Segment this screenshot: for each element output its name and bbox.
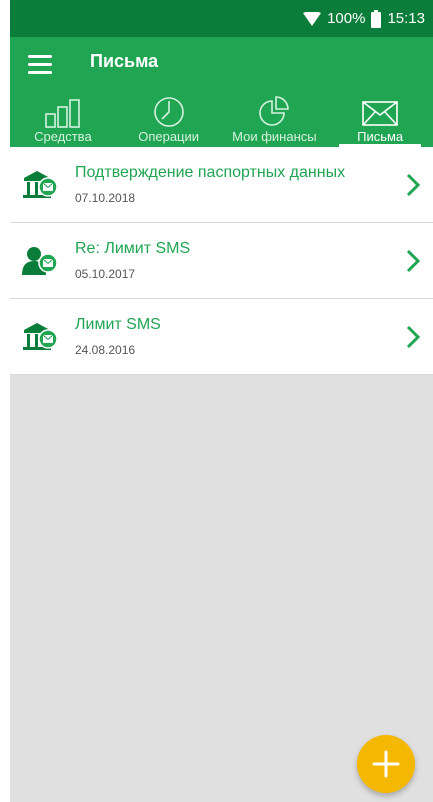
hamburger-icon <box>28 55 52 58</box>
chevron-right-icon <box>406 325 421 349</box>
chevron-right-icon <box>406 173 421 197</box>
app-frame: 100% 15:13 Письма Средства Операции Мои … <box>0 0 433 802</box>
tab-moi-finansy[interactable]: Мои финансы <box>222 91 328 147</box>
tab-label: Письма <box>357 129 404 144</box>
menu-button[interactable] <box>24 51 58 77</box>
clock-icon <box>153 97 184 127</box>
tab-pisma[interactable]: Письма <box>327 91 433 147</box>
person-mail-icon <box>22 247 58 275</box>
tab-operatsii[interactable]: Операции <box>116 91 222 147</box>
status-bar: 100% 15:13 <box>10 0 433 37</box>
clock-time: 15:13 <box>387 10 425 27</box>
letter-title: Re: Лимит SMS <box>75 240 191 257</box>
letters-list: Подтверждение паспортных данных 07.10.20… <box>10 147 433 375</box>
screen: 100% 15:13 Письма Средства Операции Мои … <box>10 0 433 802</box>
letter-title: Подтверждение паспортных данных <box>75 164 346 181</box>
letter-date: 07.10.2018 <box>75 191 136 205</box>
battery-icon <box>371 9 382 28</box>
letter-title: Лимит SMS <box>75 316 161 333</box>
bank-mail-icon <box>23 171 58 198</box>
left-margin <box>0 0 10 802</box>
letter-date: 24.08.2016 <box>75 343 136 357</box>
list-item[interactable]: Подтверждение паспортных данных 07.10.20… <box>10 147 433 223</box>
tab-label: Средства <box>34 129 92 144</box>
tab-bar: Средства Операции Мои финансы Письма <box>10 91 433 147</box>
envelope-icon <box>362 101 398 126</box>
plus-icon <box>372 750 400 778</box>
pie-chart-icon <box>259 96 290 126</box>
tab-sredstva[interactable]: Средства <box>10 91 116 147</box>
hamburger-icon <box>28 71 52 74</box>
tab-label: Операции <box>138 129 200 144</box>
bar-chart-icon <box>45 99 80 128</box>
tab-label: Мои финансы <box>232 129 317 144</box>
new-letter-button[interactable] <box>357 735 415 793</box>
list-item[interactable]: Re: Лимит SMS 05.10.2017 <box>10 223 433 299</box>
chevron-right-icon <box>406 249 421 273</box>
hamburger-icon <box>28 63 52 66</box>
letter-date: 05.10.2017 <box>75 267 136 281</box>
battery-percent: 100% <box>327 10 366 27</box>
page-title: Письма <box>90 51 159 71</box>
status-indicators: 100% 15:13 <box>303 0 425 37</box>
app-bar: Письма <box>10 37 433 91</box>
wifi-icon <box>303 11 322 26</box>
list-item[interactable]: Лимит SMS 24.08.2016 <box>10 299 433 375</box>
bank-mail-icon <box>23 323 58 350</box>
